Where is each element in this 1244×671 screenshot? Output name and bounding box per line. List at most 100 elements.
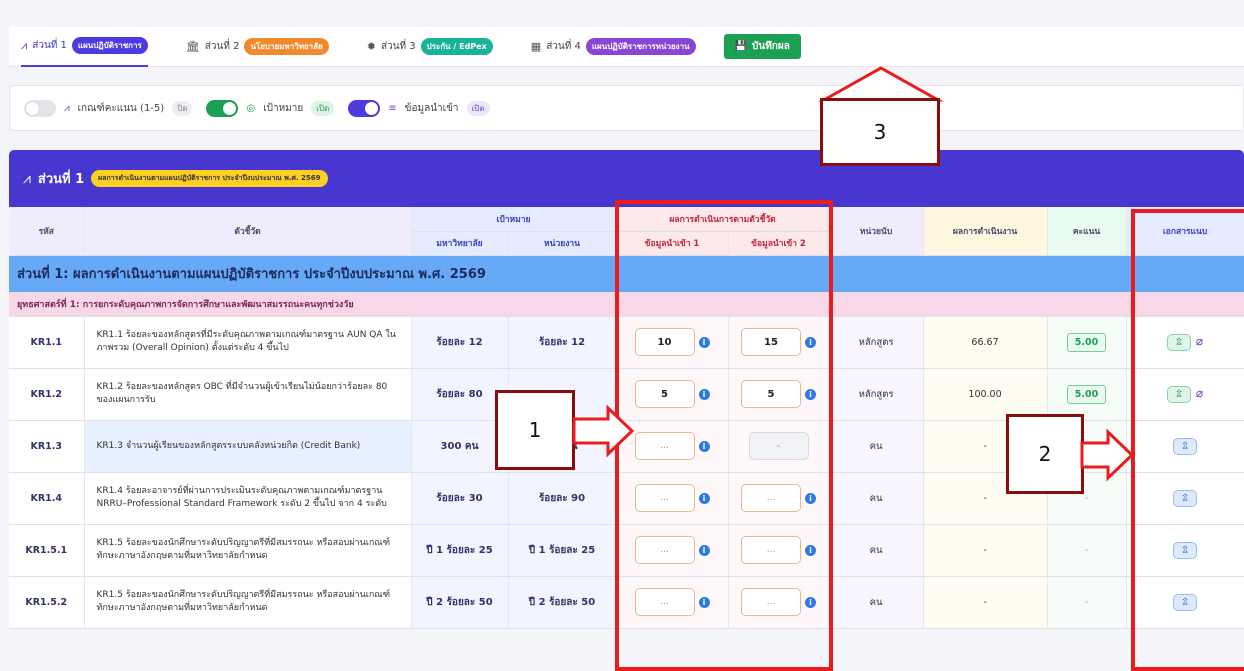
header-score: คะแนน [1047,207,1127,256]
row-indicator: KR1.5 ร้อยละของนักศึกษาระดับปริญญาตรีที่… [84,576,412,629]
input-2-field[interactable]: ... [741,588,802,616]
row-unit: คน [829,576,924,629]
row-target-university: 300 คน [411,420,509,473]
upload-icon[interactable]: ⇫ [1166,333,1191,351]
tab-part-1[interactable]: ⩘ ส่วนที่ 1 แผนปฏิบัติราชการ [21,27,148,67]
row-target-university: ร้อยละ 80 [411,368,509,421]
save-button[interactable]: 💾 บันทึกผล [723,34,801,59]
tab-pill: แผนปฏิบัติราชการหน่วยงาน [585,38,696,55]
row-code: KR1.3 [9,420,85,473]
row-target-unit: ปี 2 ร้อยละ 50 [508,576,617,629]
toggle-label: ข้อมูลนำเข้า [404,102,459,114]
app-page: ⩘ ส่วนที่ 1 แผนปฏิบัติราชการ 🏛 ส่วนที่ 2… [0,0,1244,671]
toggle-status: ปิด [172,100,193,116]
input-1-field[interactable]: ... [634,588,695,616]
row-code: KR1.2 [9,368,85,421]
row-result: 66.67 [923,316,1048,369]
input-1-field[interactable]: 10 [634,328,695,356]
section-title: ส่วนที่ 1 [37,172,85,187]
database-icon: ≡ [388,102,397,114]
toggle-status: เปิด [466,100,490,116]
upload-icon[interactable]: ⇫ [1173,541,1198,559]
building-icon: ▦ [530,40,542,53]
info-icon[interactable]: i [698,596,710,608]
input-2-field[interactable]: 15 [741,328,802,356]
row-score: 5.00 [1066,384,1107,404]
tab-part-4[interactable]: ▦ ส่วนที่ 4 แผนปฏิบัติราชการหน่วยงาน [531,27,696,67]
row-target-unit: ร้อยละ 12 [508,316,617,369]
row-unit: คน [829,472,924,525]
toggle-score-criteria[interactable] [24,99,56,117]
input-1-field[interactable]: 5 [634,380,695,408]
section-header: ⩘ ส่วนที่ 1 ผลการดำเนินงานตามแผนปฏิบัติร… [9,150,1244,207]
paperclip-icon[interactable]: ⌀ [1196,334,1203,348]
info-icon[interactable]: i [805,544,817,556]
tab-label: ส่วนที่ 1 [32,40,67,51]
info-icon[interactable]: i [698,492,710,504]
header-code: รหัส [9,207,85,256]
info-icon[interactable]: i [698,336,710,348]
section-tabs: ⩘ ส่วนที่ 1 แผนปฏิบัติราชการ 🏛 ส่วนที่ 2… [9,27,1244,67]
bank-icon: 🏛 [185,40,200,53]
row-result: - [923,524,1048,577]
input-2-field[interactable]: ... [741,484,802,512]
row-score: 5.00 [1066,332,1107,352]
input-2-field[interactable]: ... [741,536,802,564]
upload-icon[interactable]: ⇫ [1173,437,1198,455]
callout-1: 1 [495,390,575,470]
info-icon[interactable]: i [805,388,817,400]
tab-label: ส่วนที่ 4 [546,41,581,52]
row-result: - [923,576,1048,629]
toggle-target[interactable] [206,99,239,117]
callout-3: 3 [820,98,940,166]
header-input-1: ข้อมูลนำเข้า 1 [616,231,729,256]
info-icon[interactable]: i [805,336,817,348]
target-icon: ◎ [246,102,256,114]
row-target-unit: ร้อยละ 90 [508,472,617,525]
upload-icon[interactable]: ⇫ [1166,385,1191,403]
callout-number: 2 [1038,442,1052,466]
row-unit: คน [829,524,924,577]
tab-part-3[interactable]: ✹ ส่วนที่ 3 ประกัน / EdPex [367,27,493,67]
tab-label: ส่วนที่ 3 [380,41,416,52]
chart-line-icon: ⩘ [23,170,31,187]
header-target: เป้าหมาย [411,207,617,232]
row-indicator: KR1.4 ร้อยละอาจารย์ที่ผ่านการประเมินระดั… [84,472,412,525]
input-1-field[interactable]: ... [634,536,695,564]
row-indicator: KR1.1 ร้อยละของหลักสูตรที่มีระดับคุณภาพต… [84,316,412,369]
info-icon[interactable]: i [698,388,710,400]
header-performance: ผลการดำเนินการตามตัวชี้วัด [616,207,830,232]
section-band: ส่วนที่ 1: ผลการดำเนินงานตามแผนปฏิบัติรา… [9,255,1244,293]
table-row: KR1.5.2 KR1.5 ร้อยละของนักศึกษาระดับปริญ… [9,576,1244,629]
input-1-field[interactable]: ... [634,432,695,460]
display-toggles: ⩘ เกณฑ์คะแนน (1-5) ปิด ◎ เป้าหมาย เปิด ≡… [9,85,1244,131]
info-icon[interactable]: i [805,492,817,504]
toggle-input-data[interactable] [348,99,381,117]
floppy-disk-icon: 💾 [734,41,748,52]
tab-part-2[interactable]: 🏛 ส่วนที่ 2 นโยบายมหาวิทยาลัย [186,27,329,67]
arrow-right-icon [1080,428,1135,482]
upload-icon[interactable]: ⇫ [1173,489,1198,507]
info-icon[interactable]: i [698,440,710,452]
header-indicator: ตัวชี้วัด [84,207,412,256]
paperclip-icon[interactable]: ⌀ [1196,386,1203,400]
info-icon[interactable]: i [698,544,710,556]
tab-label: ส่วนที่ 2 [204,41,240,52]
input-2-field: - [748,432,809,460]
row-score: - [1047,524,1127,577]
row-unit: หลักสูตร [829,316,924,369]
tab-pill: แผนปฏิบัติราชการ [71,37,148,54]
save-button-label: บันทึกผล [752,41,790,52]
tab-pill: ประกัน / EdPex [420,38,493,55]
row-indicator: KR1.5 ร้อยละของนักศึกษาระดับปริญญาตรีที่… [84,524,412,577]
info-icon[interactable]: i [805,596,817,608]
table-row: KR1.5.1 KR1.5 ร้อยละของนักศึกษาระดับปริญ… [9,524,1244,577]
row-target-unit: ปี 1 ร้อยละ 25 [508,524,617,577]
row-unit: หลักสูตร [829,368,924,421]
header-input-2: ข้อมูลนำเข้า 2 [728,231,830,256]
strategy-band: ยุทธศาสตร์ที่ 1: การยกระดับคุณภาพการจัดก… [9,292,1244,317]
upload-icon[interactable]: ⇫ [1173,593,1198,611]
input-2-field[interactable]: 5 [741,380,802,408]
input-1-field[interactable]: ... [634,484,695,512]
row-code: KR1.5.2 [9,576,85,629]
